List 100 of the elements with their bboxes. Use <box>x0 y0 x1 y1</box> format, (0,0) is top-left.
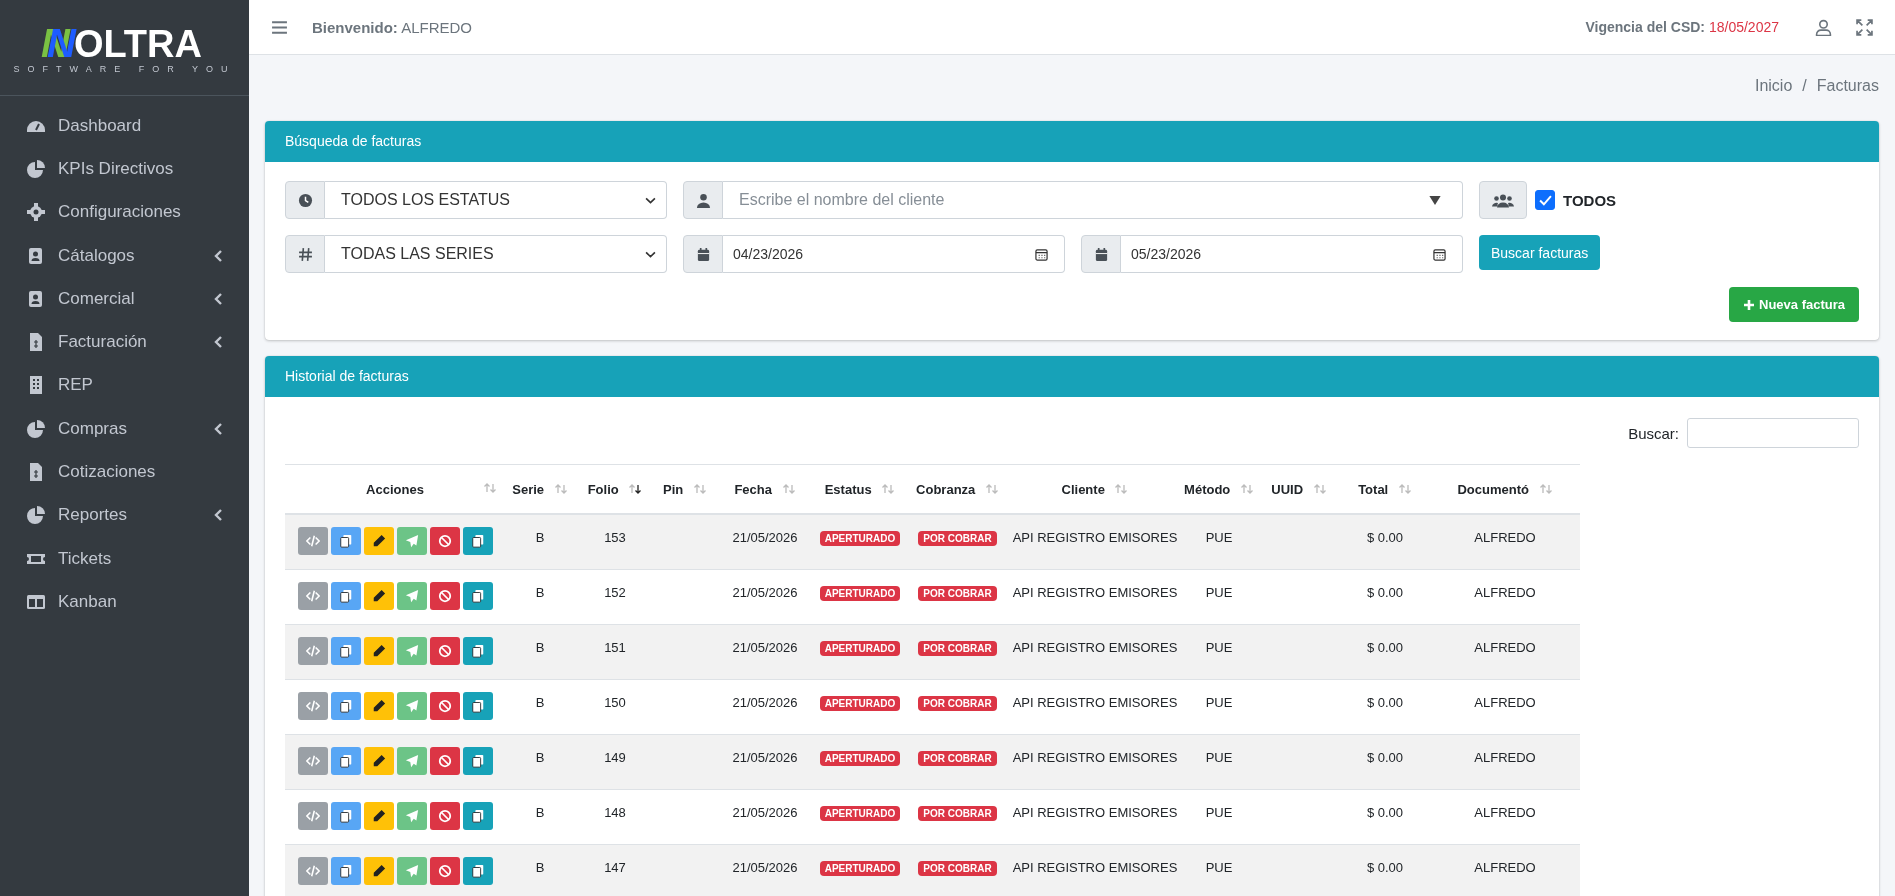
code-icon <box>306 753 320 768</box>
series-select[interactable]: TODAS LAS SERIES <box>325 235 667 273</box>
pencil-button[interactable] <box>364 691 394 720</box>
table-cell: 21/05/2026 <box>732 584 798 600</box>
sidebar-item[interactable]: Reportes <box>0 493 249 537</box>
ban-icon <box>438 808 452 823</box>
table-cell: $ 0.00 <box>1366 694 1404 710</box>
client-search-field[interactable]: Escribe el nombre del cliente <box>723 181 1463 219</box>
copy-button[interactable] <box>331 636 361 665</box>
logo-tagline: SOFTWARE FOR YOU <box>13 64 236 74</box>
table-cell: PUE <box>1205 694 1233 710</box>
table-cell: $ 0.00 <box>1366 639 1404 655</box>
sidebar-item[interactable]: Tickets <box>0 536 249 581</box>
pie-icon <box>26 505 46 526</box>
table-cell: B <box>535 530 545 545</box>
copy-button[interactable] <box>463 801 493 830</box>
table-cell: 21/05/2026 <box>732 639 798 655</box>
table-cell: $ 0.00 <box>1366 804 1404 820</box>
code-icon <box>306 588 320 603</box>
pencil-button[interactable] <box>364 801 394 830</box>
sidebar-item[interactable]: Cátalogos <box>0 233 249 278</box>
pencil-button[interactable] <box>364 636 394 665</box>
pencil-icon <box>372 753 386 768</box>
collection-badge: POR COBRAR <box>918 640 997 656</box>
table-cell: ALFREDO <box>1474 639 1536 655</box>
pencil-button[interactable] <box>364 581 394 610</box>
copy-button[interactable] <box>331 581 361 610</box>
copy-button[interactable] <box>463 746 493 775</box>
ban-button[interactable] <box>430 581 460 610</box>
sidebar-item[interactable]: Configuraciones <box>0 190 249 234</box>
table-search-field[interactable] <box>1687 418 1859 448</box>
status-select[interactable]: TODOS LOS ESTATUS <box>325 181 667 219</box>
copy-button[interactable] <box>463 856 493 885</box>
sidebar-item[interactable]: Compras <box>0 407 249 451</box>
search-label: Buscar: <box>1628 424 1679 442</box>
copy-icon <box>471 534 485 548</box>
copy-button[interactable] <box>463 581 493 610</box>
ban-button[interactable] <box>430 527 460 555</box>
sidebar-item[interactable]: Cotizaciones <box>0 450 249 494</box>
copy-button[interactable] <box>331 856 361 885</box>
pie-icon <box>26 418 46 439</box>
table-cell: API REGISTRO EMISORES <box>1012 639 1178 655</box>
sidebar-item[interactable]: Facturación <box>0 320 249 364</box>
ban-icon <box>438 753 452 768</box>
pencil-button[interactable] <box>364 527 394 555</box>
paper-plane-icon <box>405 698 419 713</box>
pencil-icon <box>372 643 386 658</box>
logo-mark: N <box>47 21 74 66</box>
copy-button[interactable] <box>463 527 493 555</box>
table-cell: ALFREDO <box>1474 749 1536 765</box>
copy-icon <box>339 753 353 768</box>
table-cell: API REGISTRO EMISORES <box>1012 530 1178 545</box>
sidebar-item[interactable]: Dashboard <box>0 104 249 148</box>
copy-icon <box>471 698 485 713</box>
table-cell: B <box>535 694 545 710</box>
table-cell: 21/05/2026 <box>732 530 798 545</box>
copy-button[interactable] <box>463 636 493 665</box>
ban-icon <box>438 588 452 603</box>
pencil-button[interactable] <box>364 746 394 775</box>
card-header: Historial de facturas <box>265 356 1879 397</box>
fullscreen-icon[interactable] <box>1856 18 1873 36</box>
copy-icon <box>339 643 353 658</box>
table-cell: $ 0.00 <box>1366 859 1404 875</box>
sidebar-item[interactable]: Comercial <box>0 277 249 321</box>
paper-plane-icon <box>405 808 419 823</box>
copy-button[interactable] <box>331 801 361 830</box>
breadcrumb-item[interactable]: Inicio <box>1754 77 1793 95</box>
ban-button[interactable] <box>430 636 460 665</box>
pencil-icon <box>372 588 386 603</box>
copy-icon <box>339 588 353 603</box>
table-cell: 21/05/2026 <box>732 859 798 875</box>
calendar-icon <box>1433 247 1446 261</box>
pencil-icon <box>372 534 386 548</box>
copy-button[interactable] <box>331 691 361 720</box>
code-icon <box>306 534 320 548</box>
checkbox[interactable] <box>1535 190 1555 210</box>
copy-button[interactable] <box>331 746 361 775</box>
breadcrumb-item: Facturas <box>1816 77 1879 95</box>
sidebar-item[interactable]: Kanban <box>0 580 249 624</box>
sidebar-item[interactable]: REP <box>0 363 249 408</box>
table-cell: 148 <box>604 804 626 820</box>
code-icon <box>306 808 320 823</box>
user-icon[interactable] <box>1815 18 1832 36</box>
copy-button[interactable] <box>463 691 493 720</box>
menu-icon[interactable] <box>271 18 288 36</box>
ban-button[interactable] <box>430 691 460 720</box>
ban-icon <box>438 534 452 548</box>
status-badge: APERTURADO <box>819 860 901 876</box>
date-field[interactable]: 05/23/2026 <box>1121 235 1463 273</box>
table-cell: $ 0.00 <box>1366 530 1404 545</box>
paper-plane-icon <box>405 534 419 548</box>
date-field[interactable]: 04/23/2026 <box>723 235 1065 273</box>
sidebar-item[interactable]: KPIs Directivos <box>0 147 249 191</box>
ban-button[interactable] <box>430 856 460 885</box>
calendar-icon <box>1035 247 1048 261</box>
pencil-icon <box>372 698 386 713</box>
ban-button[interactable] <box>430 801 460 830</box>
pencil-button[interactable] <box>364 856 394 885</box>
copy-button[interactable] <box>331 527 361 555</box>
ban-button[interactable] <box>430 746 460 775</box>
